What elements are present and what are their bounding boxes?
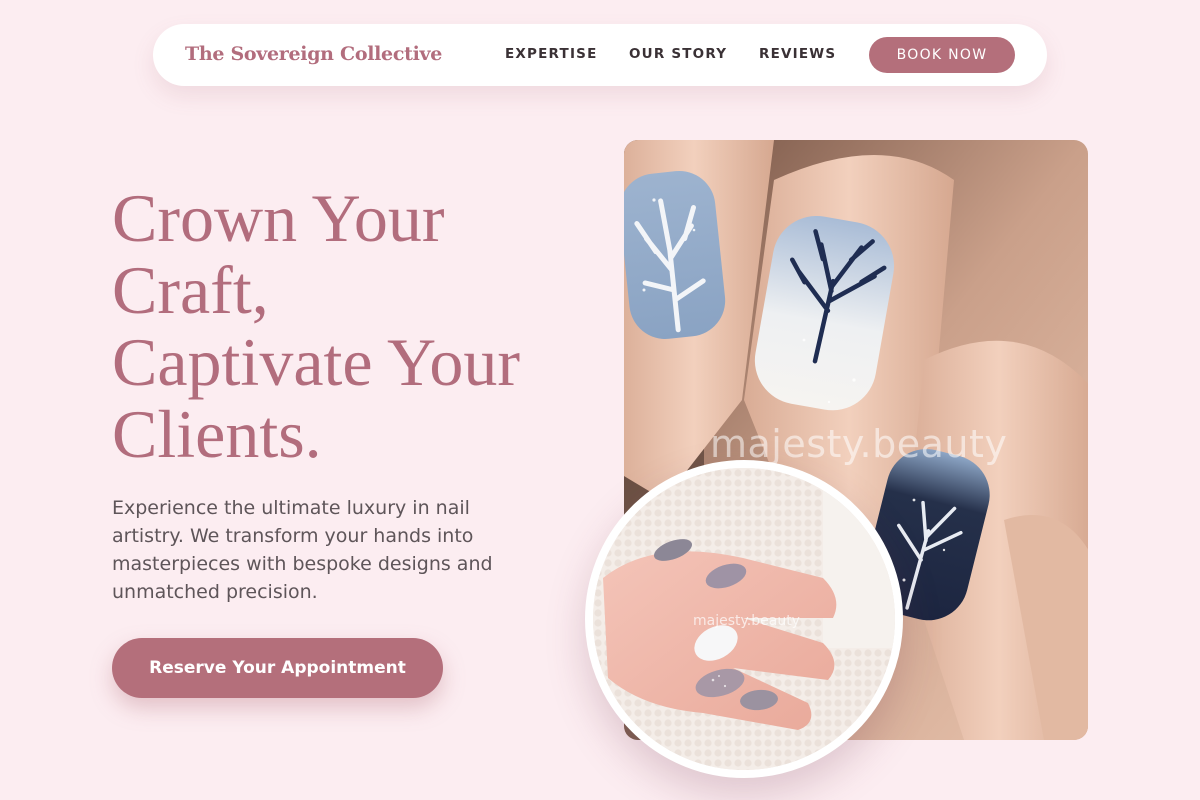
headline-line: Clients. (112, 396, 322, 472)
hero-headline: Crown Your Craft, Captivate Your Clients… (112, 182, 582, 470)
inset-watermark: majesty.beauty (693, 613, 800, 629)
headline-line: Captivate Your (112, 324, 520, 400)
brand-logo[interactable]: The Sovereign Collective (185, 43, 442, 65)
hero-description: Experience the ultimate luxury in nail a… (112, 497, 493, 603)
reserve-appointment-button[interactable]: Reserve Your Appointment (112, 638, 443, 698)
headline-line: Crown Your (112, 180, 445, 256)
nav-link-our-story[interactable]: OUR STORY (629, 46, 727, 62)
nav-link-expertise[interactable]: EXPERTISE (505, 46, 598, 62)
headline-line: Craft, (112, 252, 269, 328)
nav-link-reviews[interactable]: REVIEWS (759, 46, 836, 62)
book-now-button[interactable]: BOOK NOW (869, 37, 1015, 73)
inset-nail-image: majesty.beauty (585, 460, 903, 778)
top-navigation: The Sovereign Collective EXPERTISE OUR S… (153, 24, 1047, 86)
